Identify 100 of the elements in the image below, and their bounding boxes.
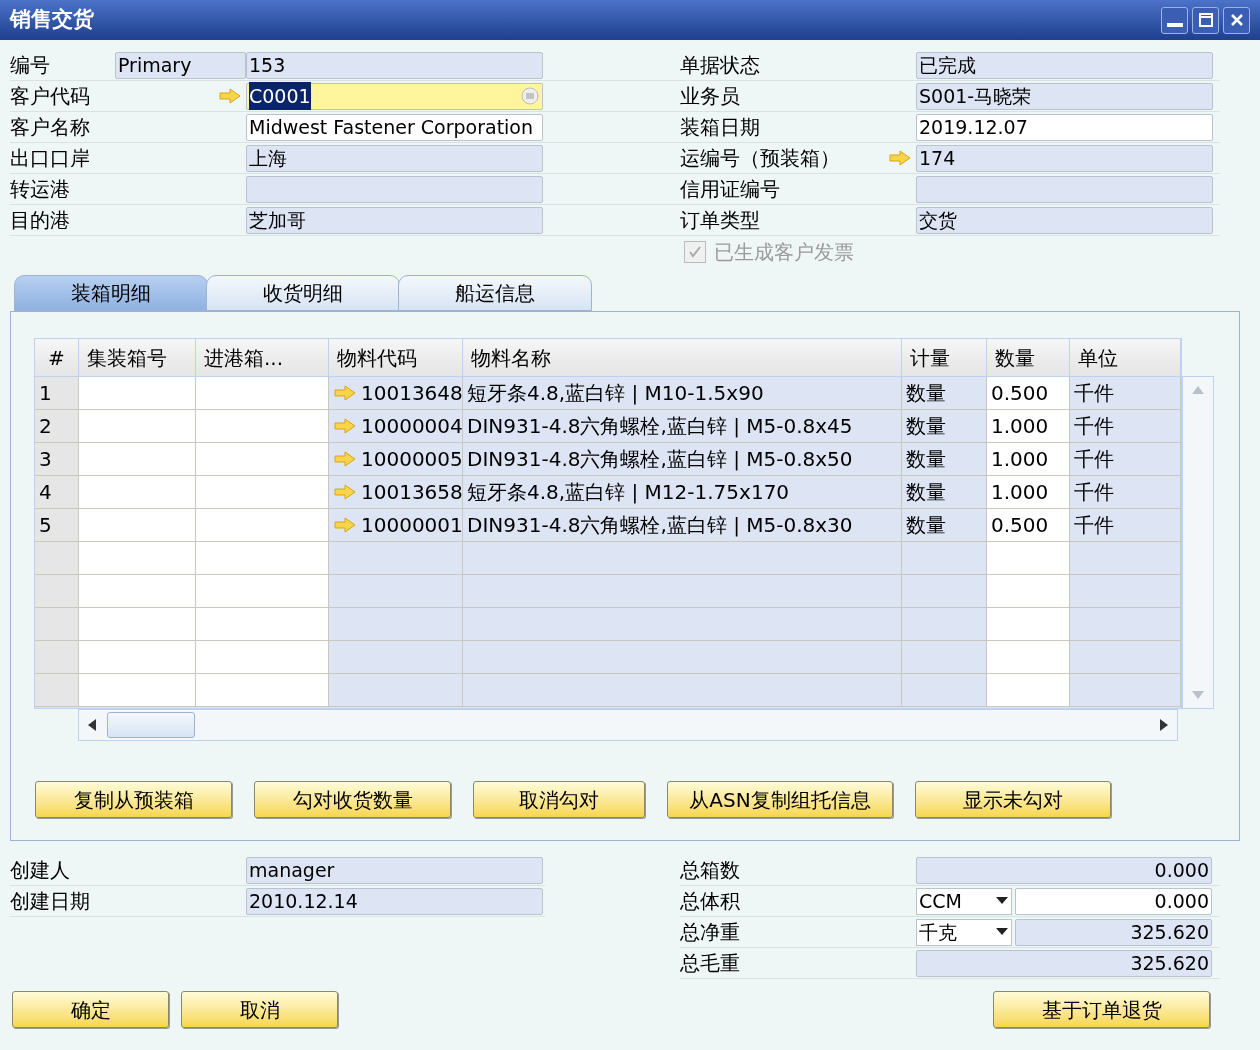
action-button[interactable]: 确定 <box>12 991 169 1028</box>
action-button[interactable]: 勾对收货数量 <box>254 781 451 818</box>
input-field[interactable] <box>916 175 1213 203</box>
link-arrow-icon[interactable] <box>333 418 357 434</box>
input-field[interactable]: 2010.12.14 <box>246 887 543 915</box>
table-cell[interactable] <box>987 674 1070 707</box>
minimize-button[interactable] <box>1161 6 1188 34</box>
link-arrow-icon[interactable] <box>333 451 357 467</box>
input-field[interactable]: 0.000 <box>916 856 1212 884</box>
table-cell[interactable] <box>79 410 196 443</box>
unit-dropdown[interactable]: 千克 <box>916 918 1012 946</box>
column-header[interactable]: 物料名称 <box>463 339 902 377</box>
table-cell[interactable] <box>79 377 196 410</box>
tab[interactable]: 船运信息 <box>398 275 592 311</box>
input-field[interactable]: 已完成 <box>916 51 1213 79</box>
table-cell[interactable] <box>987 575 1070 608</box>
caret-icon[interactable] <box>995 927 1009 937</box>
vertical-scrollbar[interactable] <box>1182 376 1214 709</box>
table-cell[interactable] <box>463 608 902 641</box>
table-cell[interactable] <box>329 542 463 575</box>
scroll-down-icon[interactable] <box>1191 690 1205 700</box>
table-cell[interactable]: 1.000 <box>987 410 1070 443</box>
column-header[interactable]: 物料代码 <box>329 339 463 377</box>
action-button[interactable]: 基于订单退货 <box>993 991 1210 1028</box>
tab[interactable]: 装箱明细 <box>14 275 208 311</box>
row-number[interactable]: 4 <box>35 476 79 509</box>
column-header[interactable]: 单位 <box>1070 339 1181 377</box>
table-cell[interactable] <box>329 608 463 641</box>
link-arrow-icon[interactable] <box>333 484 357 500</box>
series-field[interactable]: Primary <box>115 51 246 79</box>
table-cell[interactable] <box>196 608 329 641</box>
table-cell[interactable] <box>196 674 329 707</box>
input-field[interactable]: 上海 <box>246 144 543 172</box>
table-cell[interactable] <box>79 575 196 608</box>
row-number[interactable] <box>35 608 79 641</box>
unit-dropdown[interactable]: CCM <box>916 887 1012 915</box>
table-cell[interactable] <box>79 542 196 575</box>
table-cell[interactable] <box>1070 674 1181 707</box>
row-number[interactable]: 2 <box>35 410 79 443</box>
input-field[interactable]: Midwest Fastener Corporation <box>246 113 543 141</box>
input-field[interactable]: S001-马晓荣 <box>916 82 1213 110</box>
action-button[interactable]: 从ASN复制组托信息 <box>667 781 893 818</box>
table-cell[interactable] <box>329 575 463 608</box>
row-number[interactable]: 1 <box>35 377 79 410</box>
horizontal-scrollbar[interactable] <box>78 709 1178 741</box>
action-button[interactable]: 显示未勾对 <box>915 781 1111 818</box>
table-cell[interactable] <box>463 575 902 608</box>
table-cell[interactable] <box>196 641 329 674</box>
input-field[interactable]: 325.620 <box>1015 918 1212 946</box>
table-cell[interactable] <box>79 674 196 707</box>
table-cell[interactable] <box>196 443 329 476</box>
table-cell[interactable] <box>463 674 902 707</box>
table-cell[interactable] <box>1070 641 1181 674</box>
row-number[interactable] <box>35 542 79 575</box>
input-field[interactable]: 325.620 <box>916 949 1212 977</box>
input-field[interactable]: manager <box>246 856 543 884</box>
row-number[interactable]: 3 <box>35 443 79 476</box>
close-button[interactable] <box>1223 6 1250 34</box>
table-cell[interactable]: 0.500 <box>987 509 1070 542</box>
table-cell[interactable] <box>987 608 1070 641</box>
table-cell[interactable] <box>196 476 329 509</box>
input-field[interactable] <box>246 175 543 203</box>
table-cell[interactable] <box>987 641 1070 674</box>
action-button[interactable]: 复制从预装箱 <box>35 781 232 818</box>
table-cell[interactable]: 1.000 <box>987 443 1070 476</box>
table-cell[interactable] <box>79 608 196 641</box>
table-cell[interactable]: 1.000 <box>987 476 1070 509</box>
table-cell[interactable] <box>1070 608 1181 641</box>
table-cell[interactable] <box>79 509 196 542</box>
scroll-left-icon[interactable] <box>87 718 97 732</box>
link-arrow-icon[interactable] <box>333 385 357 401</box>
link-arrow-icon[interactable] <box>888 150 912 166</box>
table-cell[interactable] <box>79 443 196 476</box>
table-cell[interactable] <box>196 377 329 410</box>
action-button[interactable]: 取消勾对 <box>473 781 645 818</box>
row-number[interactable] <box>35 641 79 674</box>
table-cell[interactable] <box>196 509 329 542</box>
scroll-up-icon[interactable] <box>1191 385 1205 395</box>
table-cell[interactable] <box>329 641 463 674</box>
input-field[interactable]: 交货 <box>916 206 1213 234</box>
table-cell[interactable] <box>1070 542 1181 575</box>
input-field[interactable]: 2019.12.07 <box>916 113 1213 141</box>
table-cell[interactable] <box>196 410 329 443</box>
table-cell[interactable] <box>1070 575 1181 608</box>
caret-icon[interactable] <box>995 896 1009 906</box>
link-arrow-icon[interactable] <box>333 517 357 533</box>
action-button[interactable]: 取消 <box>181 991 338 1028</box>
table-cell[interactable] <box>196 575 329 608</box>
input-field[interactable]: 芝加哥 <box>246 206 543 234</box>
scroll-right-icon[interactable] <box>1159 718 1169 732</box>
input-field[interactable]: 174 <box>916 144 1213 172</box>
row-number[interactable]: 5 <box>35 509 79 542</box>
row-number[interactable] <box>35 674 79 707</box>
input-field[interactable]: 0.000 <box>1015 887 1212 915</box>
input-field[interactable]: 153 <box>246 51 543 79</box>
table-cell[interactable]: 0.500 <box>987 377 1070 410</box>
table-cell[interactable] <box>79 641 196 674</box>
table-cell[interactable] <box>329 674 463 707</box>
scroll-thumb[interactable] <box>107 712 195 738</box>
list-icon[interactable] <box>520 86 540 106</box>
